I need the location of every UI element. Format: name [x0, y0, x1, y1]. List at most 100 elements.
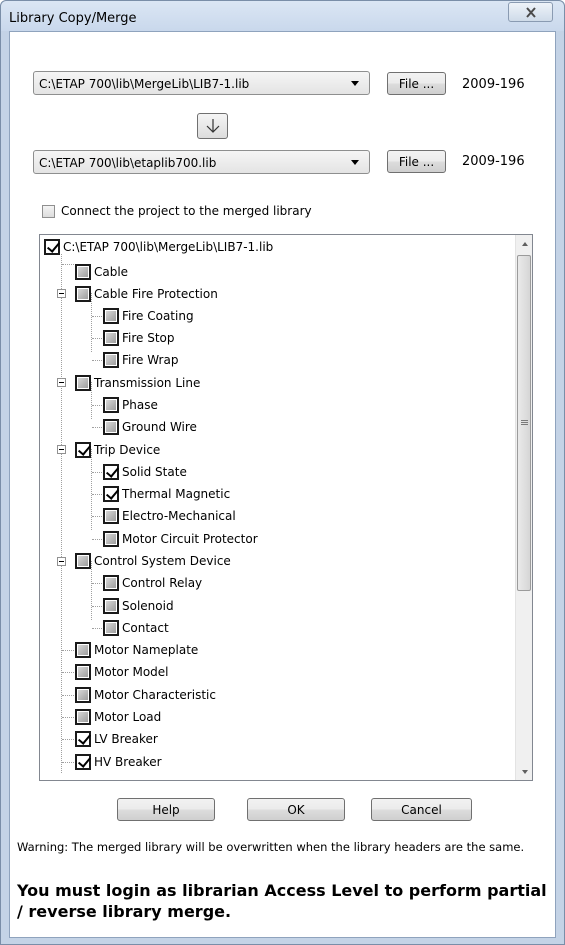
title-bar[interactable]: Library Copy/Merge — [1, 1, 564, 31]
tree-checkbox[interactable] — [103, 620, 119, 636]
source-file-button[interactable]: File ... — [387, 72, 446, 95]
library-copy-merge-dialog: Library Copy/Merge C:\ETAP 700\lib\Merge… — [0, 0, 565, 945]
tree-checkbox[interactable] — [103, 464, 119, 480]
dialog-body: C:\ETAP 700\lib\MergeLib\LIB7-1.lib File… — [9, 31, 556, 938]
tree-checkbox[interactable] — [75, 442, 91, 458]
tree-checkbox[interactable] — [103, 598, 119, 614]
tree-checkbox[interactable] — [75, 286, 91, 302]
tree-checkbox[interactable] — [103, 397, 119, 413]
tree-root-label: C:\ETAP 700\lib\MergeLib\LIB7-1.lib — [63, 240, 274, 254]
scroll-up-button[interactable] — [516, 235, 532, 252]
tree-checkbox[interactable] — [103, 575, 119, 591]
tree-item-motor-nameplate[interactable]: Motor Nameplate — [75, 640, 198, 660]
target-version: 2009-196 — [462, 154, 525, 169]
cancel-button[interactable]: Cancel — [371, 798, 472, 821]
tree-item-label: Electro-Mechanical — [122, 509, 236, 523]
tree-item-label: Transmission Line — [94, 376, 201, 390]
tree-item-motor-characteristic[interactable]: Motor Characteristic — [75, 685, 216, 705]
tree-item-transmission-line[interactable]: Transmission Line — [75, 373, 200, 393]
tree-item-label: Cable Fire Protection — [94, 287, 218, 301]
chevron-down-icon — [351, 81, 359, 86]
tree-item-motor-load[interactable]: Motor Load — [75, 707, 161, 727]
tree-checkbox[interactable] — [75, 664, 91, 680]
tree-item-label: Phase — [122, 398, 158, 412]
tree-root[interactable]: C:\ETAP 700\lib\MergeLib\LIB7-1.lib — [44, 237, 273, 257]
tree-item-solid-state[interactable]: Solid State — [103, 462, 187, 482]
tree-item-ground-wire[interactable]: Ground Wire — [103, 417, 197, 437]
tree-scrollbar[interactable] — [515, 235, 532, 780]
tree-checkbox[interactable] — [103, 486, 119, 502]
tree-checkbox[interactable] — [75, 264, 91, 280]
tree-item-thermal-magnetic[interactable]: Thermal Magnetic — [103, 484, 230, 504]
tree-checkbox[interactable] — [103, 419, 119, 435]
tree-checkbox[interactable] — [103, 308, 119, 324]
tree-item-label: Fire Stop — [122, 331, 175, 345]
merge-warning-text: Warning: The merged library will be over… — [17, 840, 525, 854]
tree-checkbox[interactable] — [103, 508, 119, 524]
tree-item-solenoid[interactable]: Solenoid — [103, 596, 174, 616]
tree-item-label: Trip Device — [94, 443, 161, 457]
tree-item-label: Contact — [122, 621, 169, 635]
tree-item-hv-breaker[interactable]: HV Breaker — [75, 752, 162, 772]
library-tree[interactable]: C:\ETAP 700\lib\MergeLib\LIB7-1.lib Cabl… — [39, 234, 533, 781]
connect-project-option[interactable]: Connect the project to the merged librar… — [42, 203, 312, 219]
tree-item-fire-wrap[interactable]: Fire Wrap — [103, 350, 178, 370]
tree-checkbox[interactable] — [75, 731, 91, 747]
help-button[interactable]: Help — [117, 798, 215, 821]
tree-connector — [62, 739, 76, 740]
source-version: 2009-196 — [462, 77, 525, 92]
tree-item-cable-fire-protection[interactable]: Cable Fire Protection — [75, 284, 218, 304]
tree-checkbox[interactable] — [75, 375, 91, 391]
scroll-thumb[interactable] — [517, 255, 531, 591]
connect-project-checkbox[interactable] — [42, 204, 55, 218]
tree-item-electro-mechanical[interactable]: Electro-Mechanical — [103, 506, 236, 526]
grip-icon — [521, 422, 528, 423]
chevron-down-icon — [351, 160, 359, 165]
collapse-toggle-trip-device[interactable] — [57, 445, 66, 454]
tree-connector — [62, 264, 76, 265]
tree-checkbox[interactable] — [75, 709, 91, 725]
tree-item-label: Fire Coating — [122, 309, 194, 323]
target-library-select[interactable]: C:\ETAP 700\lib\etaplib700.lib — [33, 150, 370, 174]
tree-item-label: Motor Nameplate — [94, 643, 199, 657]
tree-item-phase[interactable]: Phase — [103, 395, 158, 415]
target-file-button[interactable]: File ... — [387, 150, 446, 173]
tree-connector — [62, 672, 76, 673]
collapse-toggle-transmission-line[interactable] — [57, 378, 66, 387]
tree-item-fire-stop[interactable]: Fire Stop — [103, 328, 175, 348]
tree-checkbox[interactable] — [103, 330, 119, 346]
tree-checkbox[interactable] — [75, 687, 91, 703]
tree-item-cable[interactable]: Cable — [75, 262, 128, 282]
tree-item-motor-model[interactable]: Motor Model — [75, 662, 169, 682]
tree-checkbox[interactable] — [75, 642, 91, 658]
library-tree-content: C:\ETAP 700\lib\MergeLib\LIB7-1.lib Cabl… — [40, 235, 515, 780]
tree-item-control-system-device[interactable]: Control System Device — [75, 551, 231, 571]
source-library-select[interactable]: C:\ETAP 700\lib\MergeLib\LIB7-1.lib — [33, 71, 370, 95]
tree-item-label: Ground Wire — [122, 420, 197, 434]
tree-checkbox[interactable] — [75, 553, 91, 569]
tree-item-motor-circuit-protector[interactable]: Motor Circuit Protector — [103, 529, 258, 549]
tree-item-label: Solenoid — [122, 599, 174, 613]
tree-root-checkbox[interactable] — [44, 239, 60, 255]
scroll-down-button[interactable] — [516, 763, 532, 780]
target-library-path: C:\ETAP 700\lib\etaplib700.lib — [39, 156, 217, 170]
tree-item-contact[interactable]: Contact — [103, 618, 169, 638]
collapse-toggle-control-system-device[interactable] — [57, 557, 66, 566]
ok-button[interactable]: OK — [247, 798, 345, 821]
tree-connector — [91, 449, 92, 530]
tree-connector — [62, 695, 76, 696]
tree-item-label: Motor Characteristic — [94, 688, 216, 702]
collapse-toggle-cable-fire-protection[interactable] — [57, 289, 66, 298]
window-title: Library Copy/Merge — [9, 11, 137, 26]
tree-checkbox[interactable] — [103, 531, 119, 547]
tree-checkbox[interactable] — [103, 352, 119, 368]
tree-checkbox[interactable] — [75, 754, 91, 770]
tree-item-trip-device[interactable]: Trip Device — [75, 440, 160, 460]
tree-item-lv-breaker[interactable]: LV Breaker — [75, 729, 158, 749]
tree-item-label: Control System Device — [94, 554, 231, 568]
merge-direction-button[interactable] — [197, 113, 228, 139]
tree-item-control-relay[interactable]: Control Relay — [103, 573, 202, 593]
tree-item-fire-coating[interactable]: Fire Coating — [103, 306, 194, 326]
tree-connector — [62, 762, 76, 763]
close-button[interactable] — [508, 2, 553, 22]
